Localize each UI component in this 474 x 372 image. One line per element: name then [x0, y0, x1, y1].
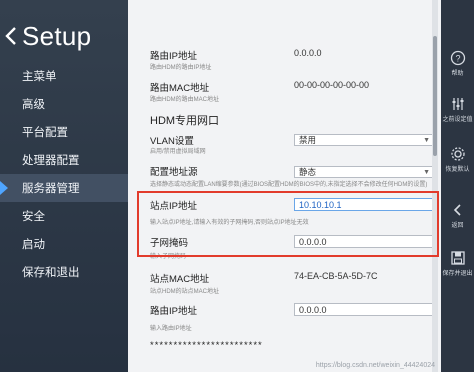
sidebar-item-security[interactable]: 安全: [0, 202, 128, 230]
sidebar-item-server-mgmt[interactable]: 服务器管理: [0, 174, 128, 202]
addr-source-label: 配置地址源: [150, 167, 198, 178]
router-ip2-hint: 输入路由IP地址: [150, 326, 192, 332]
vlan-hint: 启用/禁用虚拟局域网: [150, 149, 206, 155]
router-ip-label: 路由IP地址: [150, 51, 197, 62]
help-icon: ?: [450, 50, 465, 66]
save-exit-button[interactable]: 保存并退出: [441, 250, 474, 277]
save-icon: [450, 251, 465, 265]
scrollbar[interactable]: [432, 0, 438, 372]
addr-source-select-value: 静态: [299, 167, 317, 177]
sidebar-item-boot[interactable]: 启动: [0, 230, 128, 258]
sidebar-item-label: 主菜单: [22, 71, 57, 83]
highlight-box: [137, 191, 439, 257]
page-title: Setup: [22, 20, 92, 51]
sidebar-item-label: 平台配置: [22, 127, 68, 139]
router-ip2-label: 路由IP地址: [150, 306, 197, 317]
station-mac-hint: 站点HDM的站点MAC地址: [150, 289, 219, 295]
sidebar-menu: 主菜单 高级 平台配置 处理器配置 服务器管理 安全 启动 保存和退出: [0, 62, 128, 286]
sidebar-item-label: 服务器管理: [22, 183, 80, 195]
router-mac-hint: 路由HDM的路由MAC地址: [150, 97, 219, 103]
sidebar-item-label: 保存和退出: [22, 267, 80, 279]
addr-source-select[interactable]: 静态 ▼: [294, 166, 434, 178]
title-row: Setup: [0, 18, 128, 54]
vlan-label: VLAN设置: [150, 136, 194, 147]
sidebar-item-main[interactable]: 主菜单: [0, 62, 128, 90]
right-toolbar: ? 帮助 之前设定值 恢复默认 返回 保存并退出: [441, 0, 474, 372]
station-mac-label: 站点MAC地址: [150, 274, 210, 285]
restore-default-label: 恢复默认: [445, 167, 470, 173]
scrollbar-thumb[interactable]: [433, 36, 437, 156]
station-mac-value: 74-EA-CB-5A-5D-7C: [294, 271, 378, 281]
addr-source-hint: 选择静态或动态配置LAN缩要参数(通过BIOS配置HDM的BIOS中的,未指定选…: [150, 182, 428, 188]
return-icon: [453, 204, 461, 216]
prev-values-button[interactable]: 之前设定值: [441, 96, 474, 123]
prev-values-label: 之前设定值: [442, 117, 473, 123]
return-label: 返回: [451, 223, 464, 229]
sidebar: Setup 主菜单 高级 平台配置 处理器配置 服务器管理 安全 启动 保存和退…: [0, 0, 128, 372]
router-mac-value: 00-00-00-00-00-00: [294, 80, 370, 90]
router-mac-label: 路由MAC地址: [150, 83, 210, 94]
sliders-icon: [452, 98, 463, 110]
sidebar-item-label: 安全: [22, 211, 45, 223]
gear-icon: [450, 147, 465, 161]
active-pointer-icon: [0, 181, 8, 195]
router-ip2-input[interactable]: 0.0.0.0: [294, 303, 434, 316]
sidebar-item-label: 处理器配置: [22, 155, 80, 167]
help-label: 帮助: [451, 71, 464, 77]
router-ip-value: 0.0.0.0: [294, 48, 322, 58]
vlan-select-value: 禁用: [299, 135, 317, 145]
save-exit-label: 保存并退出: [442, 271, 473, 277]
return-button[interactable]: 返回: [441, 202, 474, 229]
sidebar-item-platform[interactable]: 平台配置: [0, 118, 128, 146]
settings-panel: 路由IP地址 路由HDM的路由IP地址 0.0.0.0 路由MAC地址 路由HD…: [128, 0, 441, 372]
help-button[interactable]: ? 帮助: [441, 50, 474, 77]
sidebar-item-save-exit[interactable]: 保存和退出: [0, 258, 128, 286]
sidebar-item-label: 高级: [22, 99, 45, 111]
chevron-down-icon: ▼: [423, 169, 430, 176]
router-ip-hint: 路由HDM的路由IP地址: [150, 65, 212, 71]
vlan-select[interactable]: 禁用 ▼: [294, 134, 434, 146]
sidebar-item-label: 启动: [22, 239, 45, 251]
sidebar-item-advanced[interactable]: 高级: [0, 90, 128, 118]
separator-stars: ************************: [150, 340, 263, 351]
restore-default-button[interactable]: 恢复默认: [441, 146, 474, 173]
sidebar-item-processor[interactable]: 处理器配置: [0, 146, 128, 174]
watermark: https://blog.csdn.net/weixin_44424024: [315, 362, 435, 369]
svg-text:?: ?: [455, 54, 460, 64]
back-arrow-icon[interactable]: [0, 18, 22, 54]
section-title: HDM专用网口: [150, 115, 220, 127]
chevron-down-icon: ▼: [423, 137, 430, 144]
